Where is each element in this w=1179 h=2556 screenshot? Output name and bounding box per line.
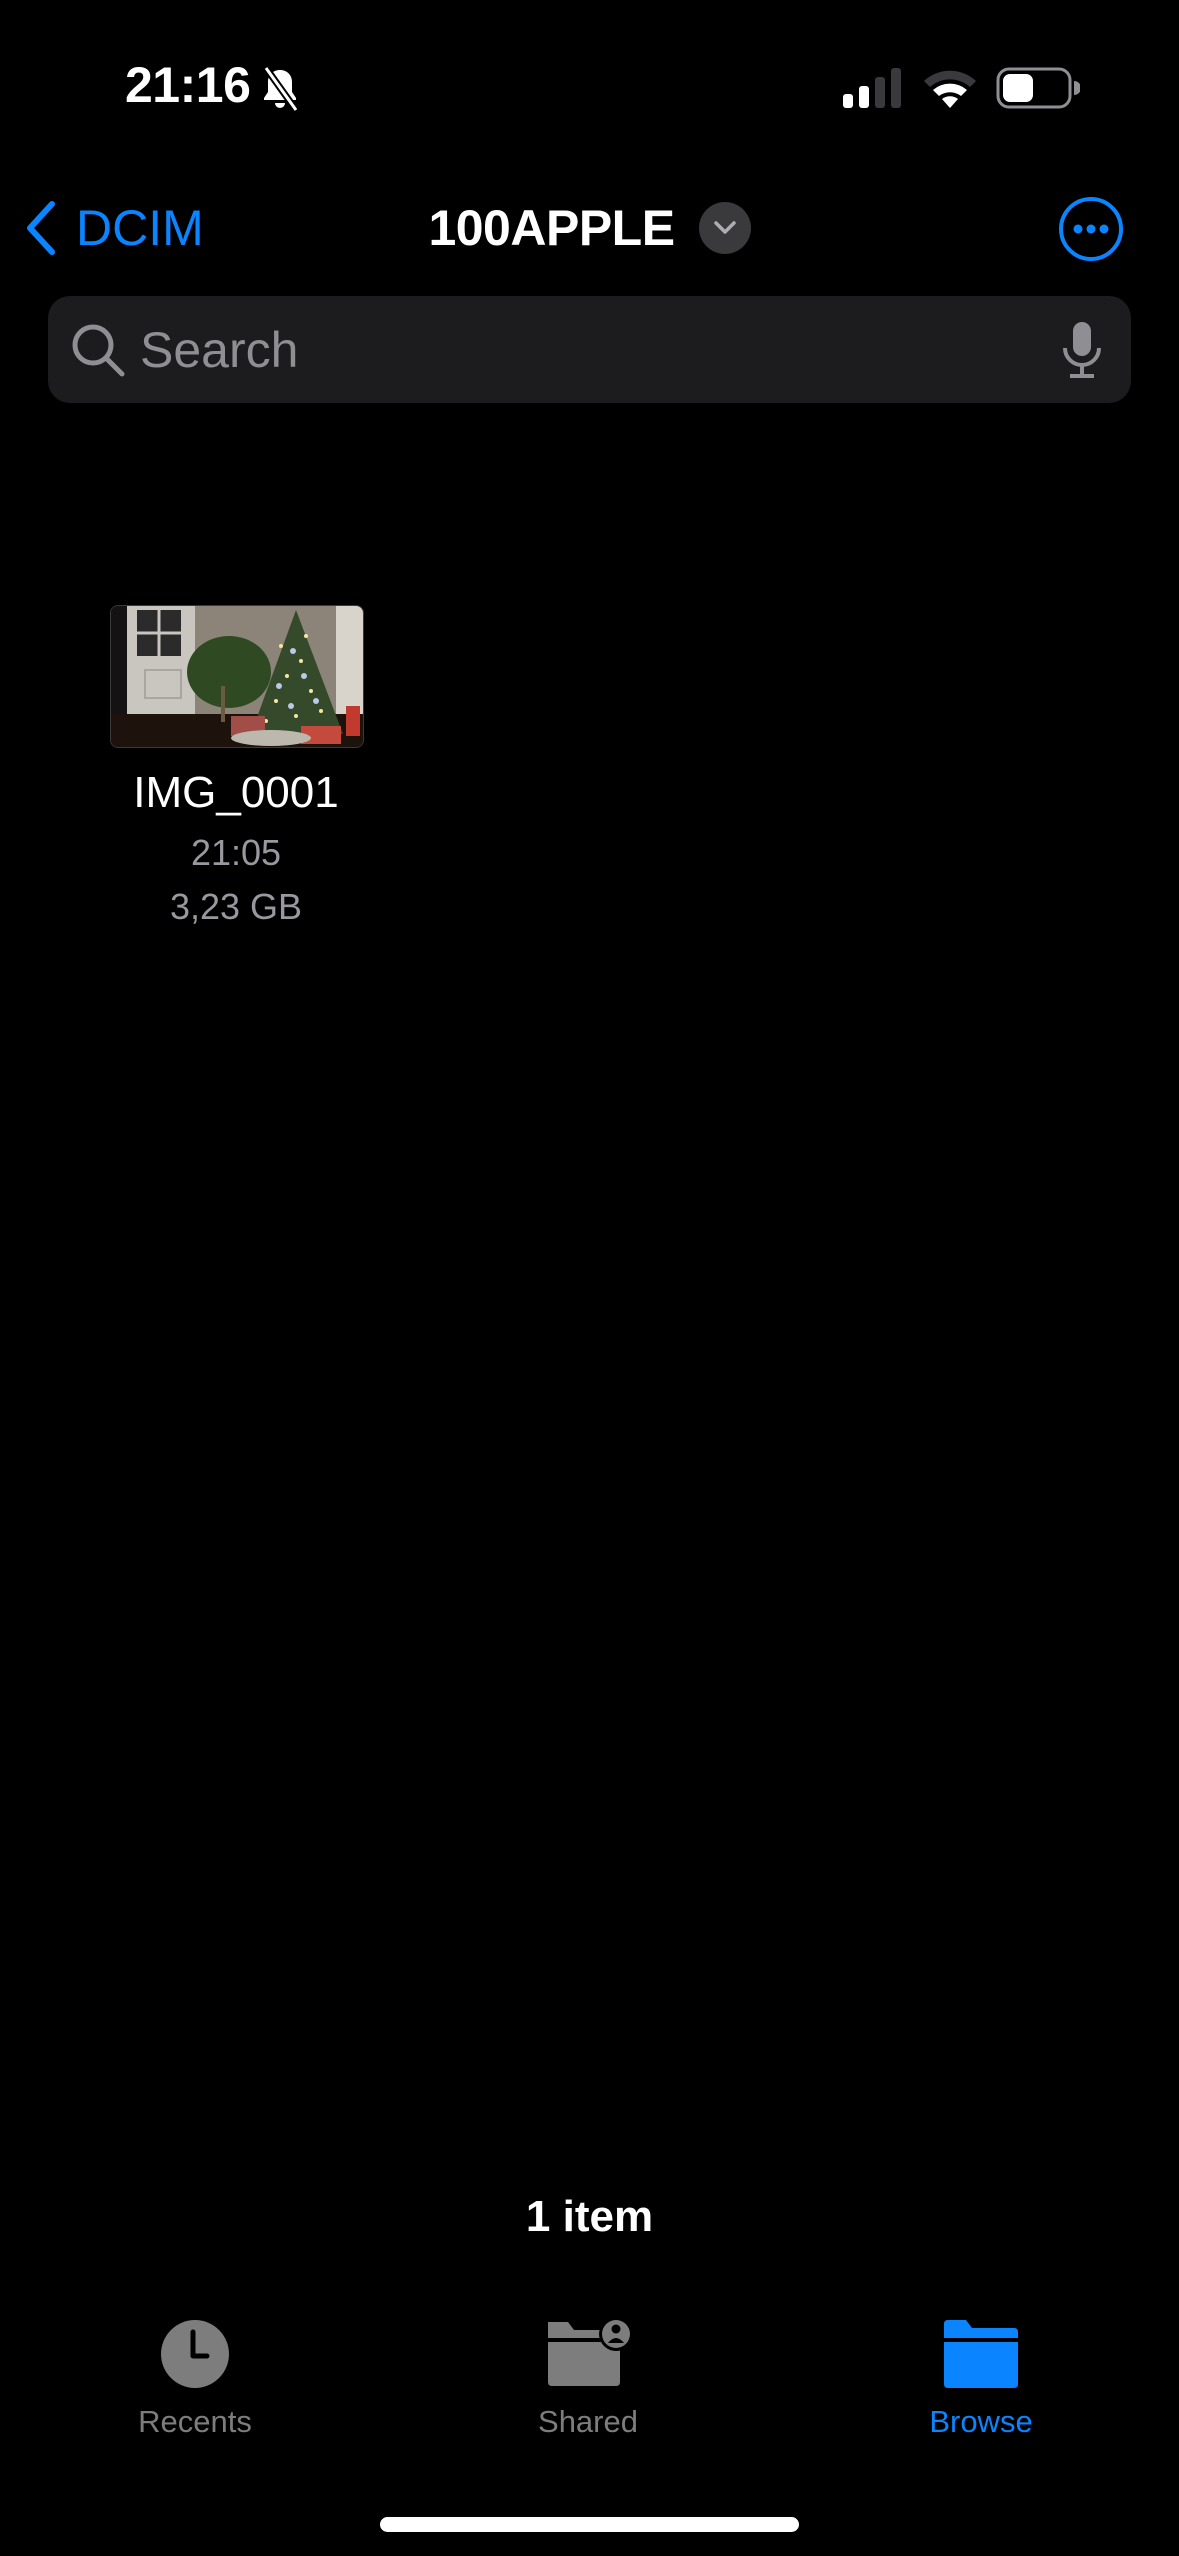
chevron-down-icon <box>713 221 736 234</box>
item-count: 1 item <box>525 2192 654 2241</box>
file-size: 3,23 GB <box>169 886 303 927</box>
ellipsis-icon <box>1073 224 1109 234</box>
file-modified-time: 21:05 <box>190 832 282 873</box>
title-bar: 100APPLE <box>0 196 1179 260</box>
clock-icon <box>161 2320 229 2388</box>
folder-title[interactable]: 100APPLE <box>428 199 675 257</box>
microphone-icon[interactable] <box>1060 320 1104 380</box>
file-name: IMG_0001 <box>133 768 339 817</box>
shared-folder-icon <box>548 2318 633 2386</box>
bell-slash-icon <box>263 66 299 112</box>
tab-browse-label: Browse <box>929 2404 1033 2439</box>
wifi-icon <box>924 70 976 108</box>
search-input[interactable] <box>140 296 1040 403</box>
tab-recents-label: Recents <box>138 2404 252 2439</box>
photo-thumbnail-image <box>111 606 363 747</box>
more-options-button[interactable] <box>1058 196 1124 262</box>
status-time: 21:16 <box>125 57 251 113</box>
tab-recents[interactable]: Recents <box>65 2318 325 2440</box>
cellular-signal-icon <box>843 68 901 108</box>
tab-shared[interactable]: Shared <box>458 2318 718 2440</box>
search-icon <box>72 324 125 377</box>
folder-icon <box>944 2320 1018 2388</box>
search-bar[interactable] <box>48 296 1131 403</box>
file-thumbnail <box>110 605 364 748</box>
battery-icon <box>996 67 1080 109</box>
tab-browse[interactable]: Browse <box>851 2318 1111 2440</box>
tab-shared-label: Shared <box>538 2404 638 2439</box>
home-indicator[interactable] <box>380 2517 799 2532</box>
title-menu-button[interactable] <box>698 202 751 254</box>
